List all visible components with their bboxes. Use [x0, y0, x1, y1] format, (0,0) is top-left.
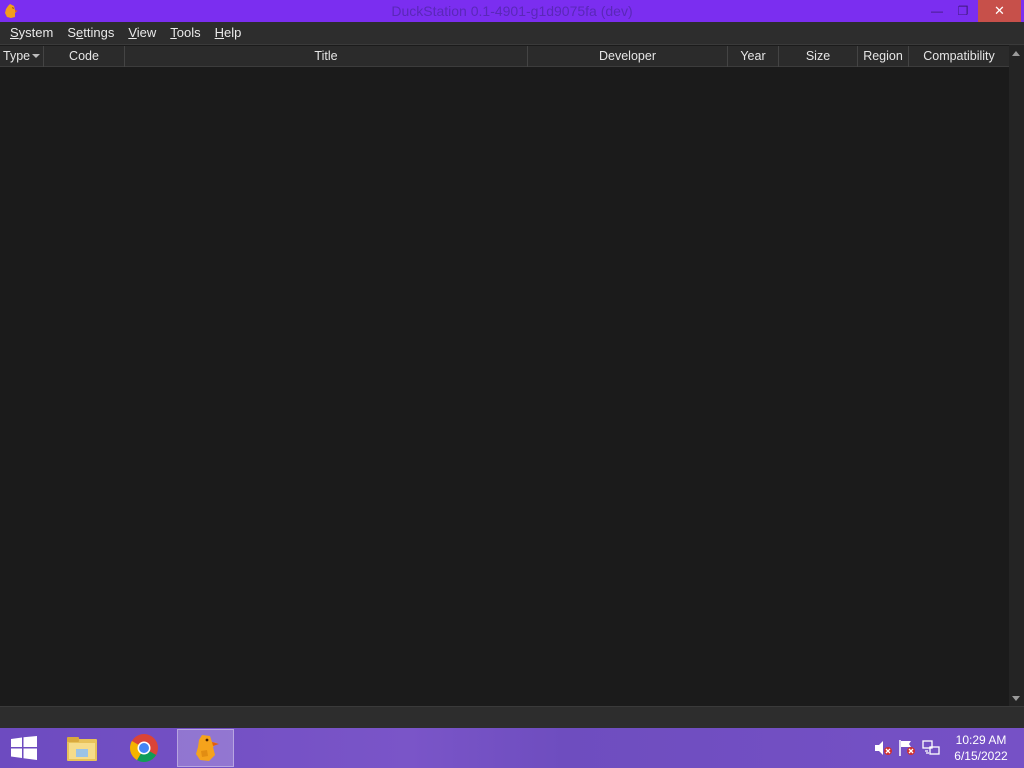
restore-button[interactable]: ❐ [950, 0, 976, 22]
column-header-developer[interactable]: Developer [528, 46, 728, 67]
sort-descending-icon [32, 54, 40, 58]
window-title: DuckStation 0.1-4901-g1d9075fa (dev) [391, 3, 633, 19]
title-bar[interactable]: DuckStation 0.1-4901-g1d9075fa (dev) — ❐… [0, 0, 1024, 22]
scroll-down-arrow-icon[interactable] [1012, 696, 1020, 701]
taskbar-chrome[interactable] [115, 729, 172, 767]
menu-tools[interactable]: Tools [163, 22, 207, 44]
status-bar [0, 706, 1024, 728]
column-header-code[interactable]: Code [44, 46, 125, 67]
menu-system-rest: ystem [18, 25, 54, 40]
game-list[interactable]: Type Code Title Developer Year Size Regi… [0, 44, 1024, 707]
vertical-scrollbar[interactable] [1009, 45, 1024, 707]
menu-bar: System Settings View Tools Help [0, 22, 1024, 44]
column-header-compatibility[interactable]: Compatibility [909, 46, 1009, 67]
menu-view[interactable]: View [121, 22, 163, 44]
taskbar-duckstation[interactable] [177, 729, 234, 767]
chrome-icon [129, 734, 158, 762]
minimize-button[interactable]: — [924, 0, 950, 22]
taskbar-file-explorer[interactable] [53, 729, 110, 767]
taskbar-clock[interactable]: 10:29 AM 6/15/2022 [946, 732, 1016, 764]
windows-start-icon[interactable] [10, 736, 38, 760]
taskbar: 10:29 AM 6/15/2022 [0, 728, 1024, 768]
column-header-type[interactable]: Type [0, 46, 44, 67]
action-center-flag-icon[interactable] [897, 739, 917, 757]
network-icon[interactable] [921, 739, 941, 757]
clock-time: 10:29 AM [955, 733, 1007, 747]
volume-muted-icon[interactable] [873, 739, 893, 757]
close-button[interactable]: ✕ [978, 0, 1021, 22]
column-header-year[interactable]: Year [728, 46, 779, 67]
folder-icon [66, 737, 97, 761]
clock-date: 6/15/2022 [954, 749, 1008, 763]
menu-settings[interactable]: Settings [60, 22, 121, 44]
duck-icon [195, 735, 219, 761]
menu-system[interactable]: System [3, 22, 60, 44]
column-header-title[interactable]: Title [125, 46, 528, 67]
scroll-up-arrow-icon[interactable] [1012, 51, 1020, 56]
game-list-header: Type Code Title Developer Year Size Regi… [0, 46, 1009, 67]
menu-help[interactable]: Help [208, 22, 249, 44]
column-header-size[interactable]: Size [779, 46, 858, 67]
column-header-region[interactable]: Region [858, 46, 909, 67]
